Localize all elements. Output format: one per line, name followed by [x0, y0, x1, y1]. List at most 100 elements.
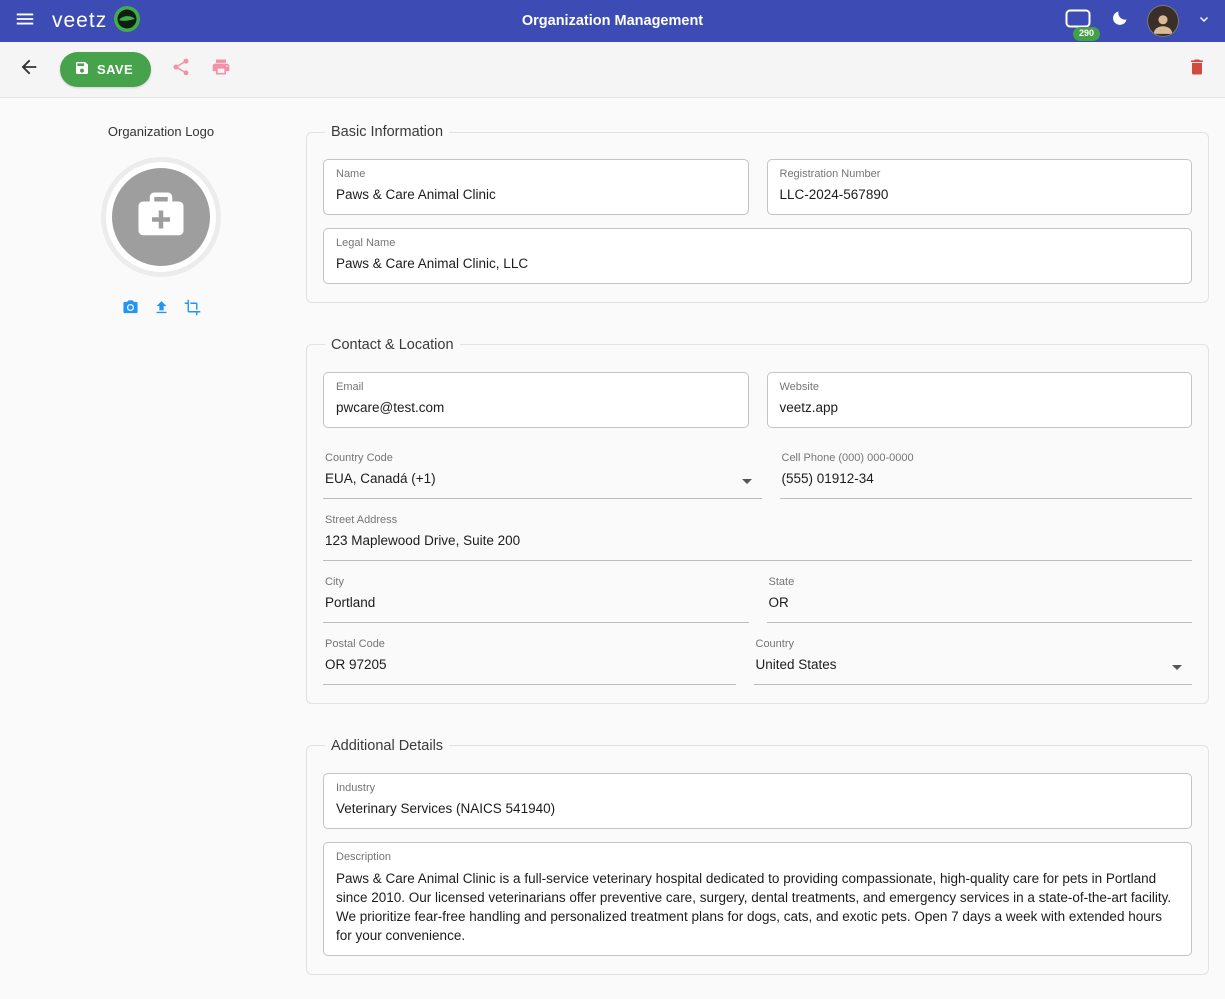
row: Postal Code OR 97205 Country United Stat… — [323, 636, 1192, 685]
field-value: Portland — [325, 594, 747, 612]
field-label: Street Address — [325, 514, 1190, 528]
city-field[interactable]: City Portland — [323, 574, 749, 623]
row: Country Code EUA, Canadá (+1) Cell Phone… — [323, 450, 1192, 499]
upload-logo-button[interactable] — [153, 299, 170, 321]
trash-icon — [1187, 57, 1207, 82]
row: Name Paws & Care Animal Clinic Registrat… — [323, 159, 1192, 215]
dropdown-arrow-icon — [742, 479, 752, 484]
logo-placeholder — [112, 168, 210, 266]
field-value: veetz.app — [780, 399, 1180, 417]
row: Legal Name Paws & Care Animal Clinic, LL… — [323, 228, 1192, 284]
chevron-down-icon — [1197, 12, 1211, 31]
field-label: Legal Name — [336, 237, 1179, 251]
industry-field[interactable]: Industry Veterinary Services (NAICS 5419… — [323, 773, 1192, 829]
field-value: Veterinary Services (NAICS 541940) — [336, 800, 1179, 818]
legal-name-field[interactable]: Legal Name Paws & Care Animal Clinic, LL… — [323, 228, 1192, 284]
field-value: LLC-2024-567890 — [780, 186, 1180, 204]
row: Industry Veterinary Services (NAICS 5419… — [323, 773, 1192, 829]
device-status-button[interactable]: 290 — [1064, 8, 1092, 35]
printer-icon — [211, 57, 231, 82]
main-content: Organization Logo — [0, 98, 1225, 999]
field-value: Paws & Care Animal Clinic, LLC — [336, 255, 1179, 273]
section-contact-location: Contact & Location Email pwcare@test.com… — [306, 337, 1209, 704]
menu-button[interactable] — [14, 8, 36, 35]
logo-upload-target[interactable] — [101, 157, 221, 277]
arrow-left-icon — [18, 56, 40, 83]
share-icon — [171, 57, 191, 82]
cell-phone-field[interactable]: Cell Phone (000) 000-0000 (555) 01912-34 — [780, 450, 1193, 499]
field-value: Paws & Care Animal Clinic — [336, 186, 736, 204]
share-button[interactable] — [171, 57, 191, 82]
delete-button[interactable] — [1187, 57, 1207, 82]
page-title: Organization Management — [0, 13, 1225, 29]
print-button[interactable] — [211, 57, 231, 82]
hamburger-icon — [14, 8, 36, 35]
row: City Portland State OR — [323, 574, 1192, 623]
back-button[interactable] — [18, 56, 40, 83]
toolbar: SAVE — [0, 42, 1225, 98]
postal-code-field[interactable]: Postal Code OR 97205 — [323, 636, 736, 685]
logo-panel: Organization Logo — [16, 124, 306, 975]
row: Street Address 123 Maplewood Drive, Suit… — [323, 512, 1192, 561]
description-field[interactable]: Description Paws & Care Animal Clinic is… — [323, 842, 1192, 956]
field-label: Description — [336, 851, 1179, 865]
field-label: Website — [780, 381, 1180, 395]
veetz-logo-icon — [113, 5, 141, 38]
field-value: United States — [756, 656, 1165, 674]
form-panel: Basic Information Name Paws & Care Anima… — [306, 124, 1209, 975]
brand-logo: veetz — [52, 5, 141, 38]
field-label: Country Code — [325, 452, 734, 466]
device-count-badge: 290 — [1073, 27, 1100, 41]
row: Description Paws & Care Animal Clinic is… — [323, 842, 1192, 956]
field-label: Postal Code — [325, 638, 734, 652]
dropdown-arrow-icon — [1172, 665, 1182, 670]
brand-name: veetz — [52, 9, 107, 33]
field-label: City — [325, 576, 747, 590]
field-label: Name — [336, 168, 736, 182]
field-value: OR 97205 — [325, 656, 734, 674]
field-label: Industry — [336, 782, 1179, 796]
field-label: Registration Number — [780, 168, 1180, 182]
field-value: Paws & Care Animal Clinic is a full-serv… — [336, 869, 1179, 946]
logo-actions — [122, 299, 201, 321]
appbar-actions: 290 — [1064, 5, 1211, 37]
registration-number-field[interactable]: Registration Number LLC-2024-567890 — [767, 159, 1193, 215]
website-field[interactable]: Website veetz.app — [767, 372, 1193, 428]
section-basic-legend: Basic Information — [325, 124, 449, 140]
street-address-field[interactable]: Street Address 123 Maplewood Drive, Suit… — [323, 512, 1192, 561]
add-bag-icon — [134, 188, 188, 247]
country-code-select[interactable]: Country Code EUA, Canadá (+1) — [323, 450, 762, 499]
field-value: 123 Maplewood Drive, Suite 200 — [325, 532, 1190, 550]
moon-icon — [1110, 9, 1129, 33]
state-field[interactable]: State OR — [767, 574, 1193, 623]
country-select[interactable]: Country United States — [754, 636, 1193, 685]
take-photo-button[interactable] — [122, 299, 139, 321]
section-additional-legend: Additional Details — [325, 738, 449, 754]
avatar[interactable] — [1147, 5, 1179, 37]
row: Email pwcare@test.com Website veetz.app — [323, 372, 1192, 428]
field-value: EUA, Canadá (+1) — [325, 470, 734, 488]
upload-icon — [153, 299, 170, 321]
section-additional-details: Additional Details Industry Veterinary S… — [306, 738, 1209, 975]
app-bar: veetz Organization Management 290 — [0, 0, 1225, 42]
logo-panel-title: Organization Logo — [108, 124, 214, 139]
account-menu-button[interactable] — [1197, 12, 1211, 31]
crop-icon — [184, 299, 201, 321]
save-button[interactable]: SAVE — [60, 52, 151, 87]
dark-mode-toggle[interactable] — [1110, 9, 1129, 33]
field-value: pwcare@test.com — [336, 399, 736, 417]
field-value: (555) 01912-34 — [782, 470, 1191, 488]
save-button-label: SAVE — [97, 62, 133, 77]
field-label: Email — [336, 381, 736, 395]
camera-icon — [122, 299, 139, 321]
crop-logo-button[interactable] — [184, 299, 201, 321]
field-label: Cell Phone (000) 000-0000 — [782, 452, 1191, 466]
name-field[interactable]: Name Paws & Care Animal Clinic — [323, 159, 749, 215]
field-label: State — [769, 576, 1191, 590]
section-basic-information: Basic Information Name Paws & Care Anima… — [306, 124, 1209, 303]
save-icon — [74, 60, 90, 79]
field-label: Country — [756, 638, 1165, 652]
email-field[interactable]: Email pwcare@test.com — [323, 372, 749, 428]
field-value: OR — [769, 594, 1191, 612]
section-contact-legend: Contact & Location — [325, 337, 460, 353]
